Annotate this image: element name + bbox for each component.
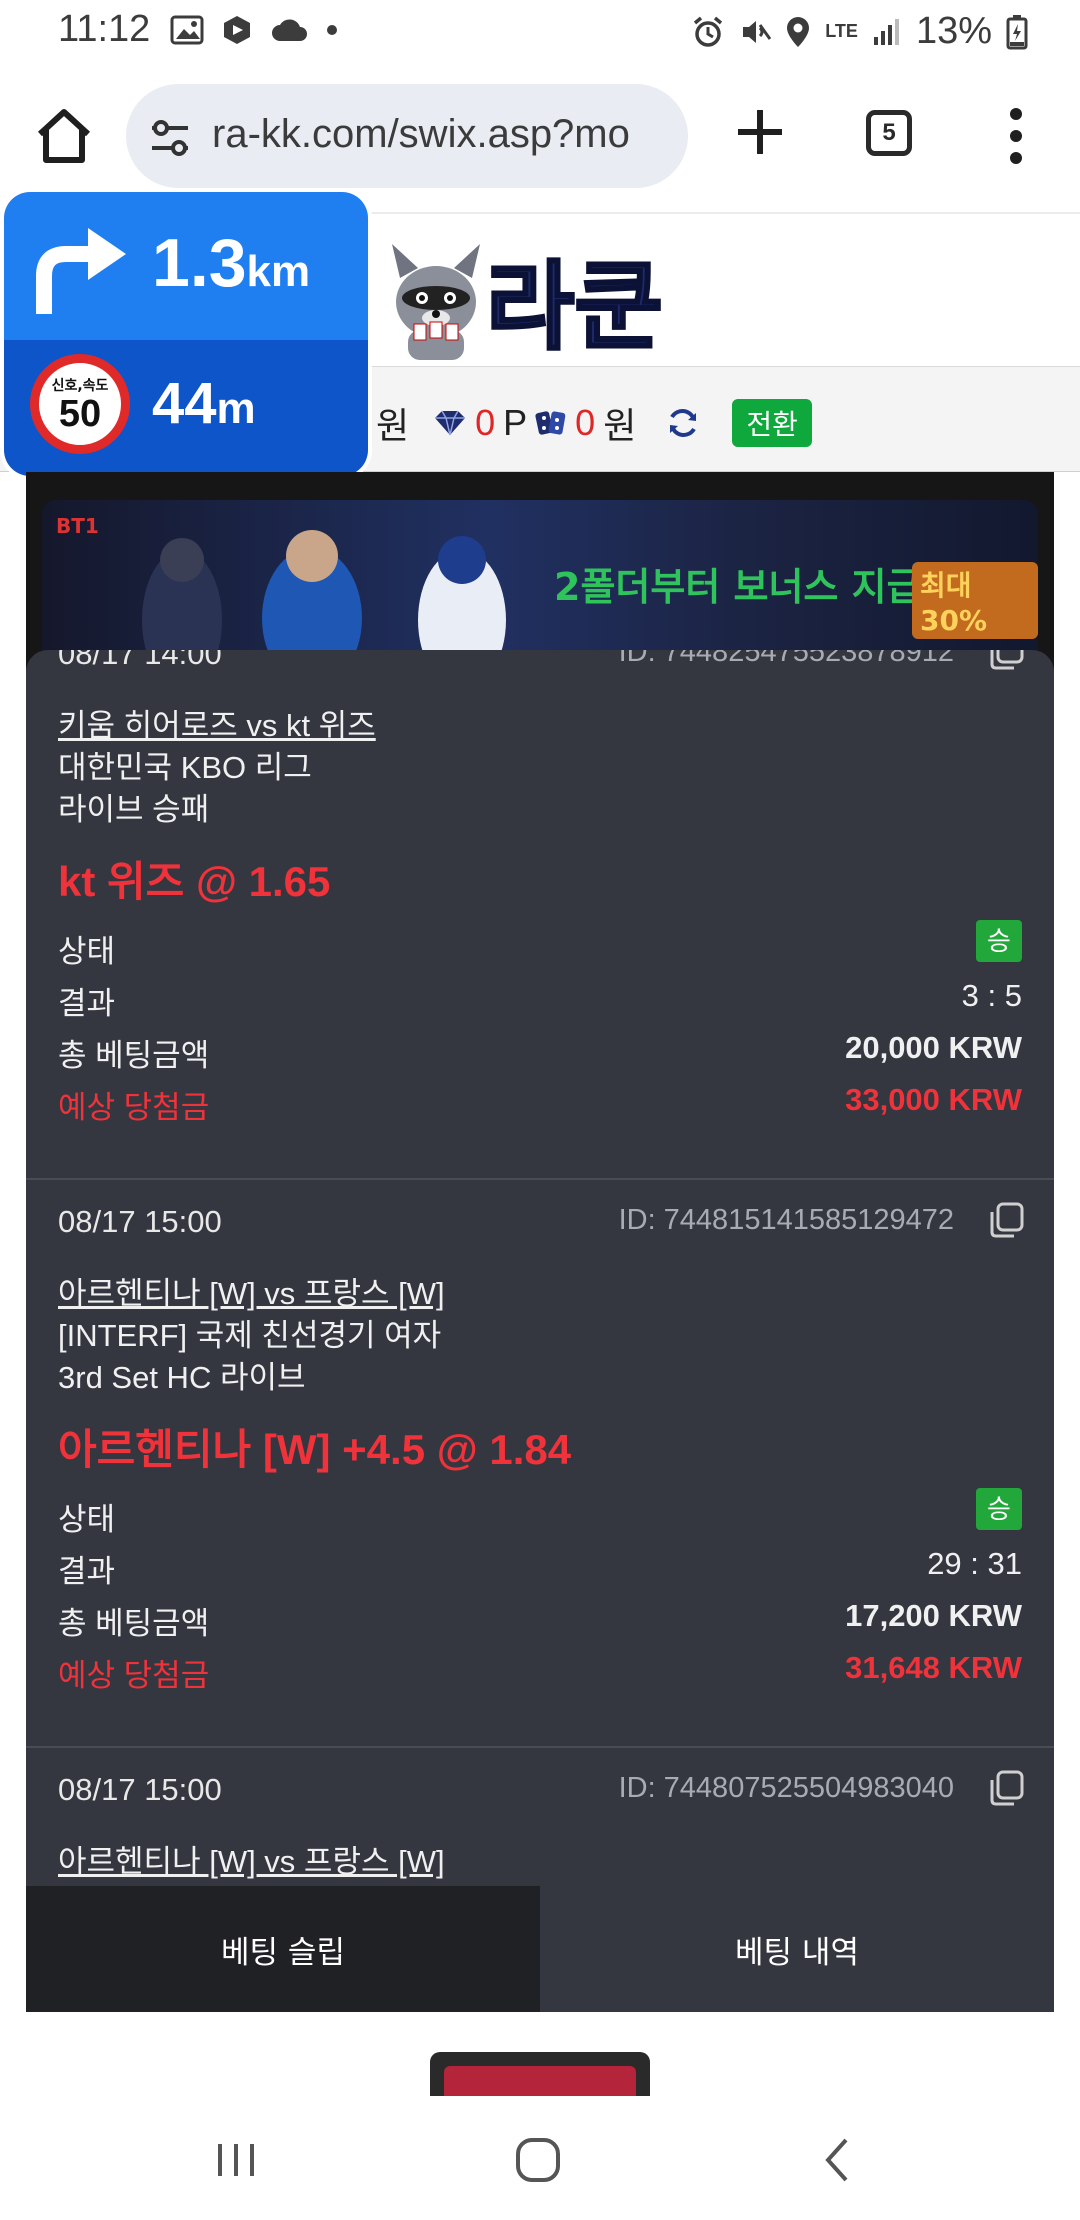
screen: 11:12 LTE 13% ra-kk.com/swix.asp?mo 5 라쿤… <box>0 0 1080 2220</box>
promo-banner[interactable]: BT1 2폴더부터 보너스 지급 최대30% <box>42 500 1038 660</box>
bet-id: ID: 744807525504983040 <box>618 1772 954 1804</box>
bet-market: 3rd Set HC 라이브 <box>58 1360 306 1395</box>
bet-date: 08/17 15:00 <box>58 1772 222 1807</box>
copy-icon[interactable] <box>986 1200 1026 1240</box>
signal-icon <box>873 18 899 45</box>
divider <box>26 1746 1054 1748</box>
home-button-icon[interactable] <box>514 2136 562 2184</box>
bet-tabs: 베팅 슬립 베팅 내역 <box>26 1886 1054 2012</box>
copy-icon[interactable] <box>986 650 1026 672</box>
address-bar[interactable]: ra-kk.com/swix.asp?mo <box>126 84 688 188</box>
nav-next-distance: 44m <box>152 371 256 436</box>
home-icon[interactable] <box>32 104 96 168</box>
speed-limit-sign: 신호,속도 50 <box>30 354 130 454</box>
expected-win-value: 33,000 KRW <box>845 1082 1022 1117</box>
casino-value: 0 <box>575 402 596 443</box>
system-navigation-bar <box>0 2096 1080 2220</box>
battery-percent: 13% <box>915 10 992 52</box>
result-label: 결과 <box>58 986 116 1021</box>
expected-win-value: 31,648 KRW <box>845 1650 1022 1685</box>
gallery-icon <box>170 15 204 45</box>
bet-list-panel[interactable]: 08/17 14:00 ID: 744825475523878912 키움 히어… <box>26 650 1054 2012</box>
system-icons: LTE 13% <box>691 10 1028 53</box>
refresh-icon[interactable] <box>666 406 700 440</box>
clock: 11:12 <box>58 8 151 50</box>
status-label: 상태 <box>58 934 116 969</box>
points-unit: P <box>503 402 528 443</box>
status-badge: 승 <box>976 920 1022 962</box>
more-icon[interactable] <box>996 106 1036 166</box>
status-bar: 11:12 LTE 13% <box>0 0 1080 66</box>
location-icon <box>787 16 810 47</box>
back-icon[interactable] <box>822 2136 852 2184</box>
dice-icon <box>535 411 566 435</box>
cloud-icon <box>272 19 307 41</box>
network-type: LTE <box>825 21 858 41</box>
status-label: 상태 <box>58 1502 116 1537</box>
site-settings-icon[interactable] <box>148 118 192 158</box>
turn-right-icon <box>36 228 126 314</box>
total-bet-value: 17,200 KRW <box>845 1598 1022 1633</box>
tab-bet-history[interactable]: 베팅 내역 <box>540 1886 1054 2012</box>
total-bet-label: 총 베팅금액 <box>58 1606 210 1641</box>
bet-id: ID: 744825475523878912 <box>618 650 954 668</box>
diamond-icon <box>435 410 466 436</box>
baseball-players-image <box>142 530 506 660</box>
bet-card: 08/17 14:00 ID: 744825475523878912 키움 히어… <box>26 650 1054 1206</box>
copy-icon[interactable] <box>986 1768 1026 1808</box>
tab-bet-slip[interactable]: 베팅 슬립 <box>26 1886 540 2012</box>
navigation-widget[interactable]: 1.3km 신호,속도 50 44m <box>4 192 368 476</box>
switch-button[interactable]: 전환 <box>732 399 812 447</box>
result-label: 결과 <box>58 1554 116 1589</box>
banner-badge: 최대30% <box>912 562 1038 639</box>
nav-distance: 1.3km <box>152 225 311 301</box>
total-bet-label: 총 베팅금액 <box>58 1038 210 1073</box>
url-text[interactable]: ra-kk.com/swix.asp?mo <box>212 112 630 157</box>
nav-secondary: 신호,속도 50 44m <box>4 340 368 476</box>
bet-date: 08/17 15:00 <box>58 1204 222 1239</box>
expected-win-label: 예상 당첨금 <box>58 1090 210 1125</box>
expected-win-label: 예상 당첨금 <box>58 1658 210 1693</box>
tab-switcher-button[interactable]: 5 <box>866 110 912 156</box>
banner-headline: 2폴더부터 보너스 지급 <box>554 565 922 609</box>
bet-card: 08/17 15:00 ID: 744807525504983040 아르헨티나… <box>26 1770 1054 1892</box>
bet-pick: 아르헨티나 [W] +4.5 @ 1.84 <box>58 1426 572 1473</box>
bet-card: 08/17 15:00 ID: 744815141585129472 아르헨티나… <box>26 1202 1054 1744</box>
bet-league: 대한민국 KBO 리그 <box>58 750 312 785</box>
points-value: 0 <box>475 402 496 443</box>
bet-match[interactable]: 아르헨티나 [W] vs 프랑스 [W] <box>58 1268 445 1313</box>
result-value: 3 : 5 <box>961 978 1022 1013</box>
bet-league: [INTERF] 국제 친선경기 여자 <box>58 1318 442 1353</box>
floating-widget[interactable] <box>430 2052 650 2096</box>
battery-icon <box>1006 14 1028 49</box>
floating-widget-content <box>444 2066 636 2096</box>
balance-unit: 원 <box>376 405 410 446</box>
nav-primary: 1.3km <box>4 192 368 340</box>
svg-text:라쿤: 라쿤 <box>486 251 663 363</box>
casino-unit: 원 <box>603 405 637 446</box>
bet-pick: kt 위즈 @ 1.65 <box>58 858 331 905</box>
site-logo[interactable]: 라쿤 <box>378 220 708 366</box>
alarm-icon <box>694 16 723 47</box>
browser-toolbar: ra-kk.com/swix.asp?mo 5 <box>0 80 1080 192</box>
dot-icon <box>327 25 337 35</box>
notification-icons <box>170 14 338 46</box>
mute-icon <box>743 20 772 43</box>
bet-match[interactable]: 아르헨티나 [W] vs 프랑스 [W] <box>58 1836 445 1881</box>
status-badge: 승 <box>976 1488 1022 1530</box>
result-value: 29 : 31 <box>927 1546 1022 1581</box>
bet-match[interactable]: 키움 히어로즈 vs kt 위즈 <box>58 700 376 745</box>
bet-id: ID: 744815141585129472 <box>618 1204 954 1236</box>
recents-icon[interactable] <box>214 2140 258 2180</box>
divider <box>26 1178 1054 1180</box>
bet-market: 라이브 승패 <box>58 792 210 827</box>
new-tab-icon[interactable] <box>730 102 790 162</box>
shield-app-icon <box>224 16 250 44</box>
bet-date: 08/17 14:00 <box>58 650 222 671</box>
total-bet-value: 20,000 KRW <box>845 1030 1022 1065</box>
